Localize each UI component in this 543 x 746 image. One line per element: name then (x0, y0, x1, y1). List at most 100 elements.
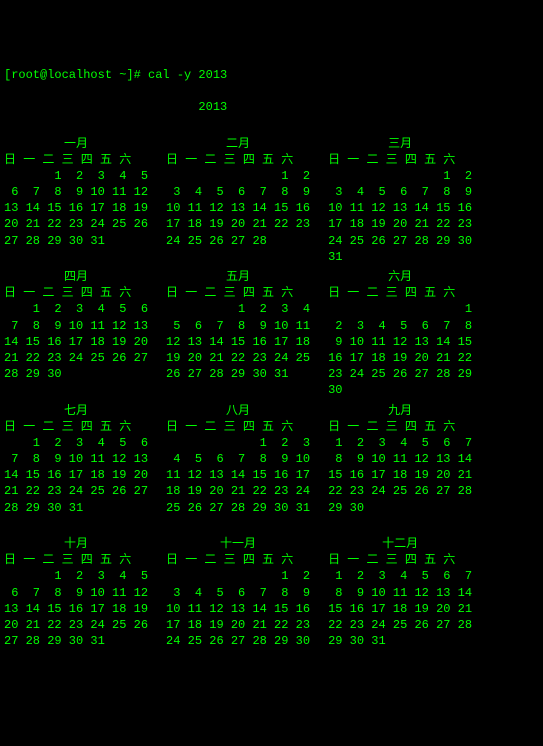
week-row: 24 25 26 27 28 29 30 (328, 233, 472, 249)
week-row: 1 2 3 4 5 (4, 568, 148, 584)
week-row: 22 23 24 25 26 27 28 (328, 617, 472, 633)
week-row: 26 27 28 29 30 31 (166, 366, 310, 382)
week-row: 19 20 21 22 23 24 25 (166, 350, 310, 366)
week-row: 1 2 3 4 5 6 7 (328, 568, 472, 584)
week-row: 11 12 13 14 15 16 17 (166, 467, 310, 483)
week-row: 6 7 8 9 10 11 12 (4, 585, 148, 601)
week-row: 2 3 4 5 6 7 8 (328, 318, 472, 334)
weekday-header: 日 一 二 三 四 五 六 (166, 152, 310, 168)
week-row (4, 649, 148, 665)
week-row: 16 17 18 19 20 21 22 (328, 350, 472, 366)
month-title: 二月 (166, 136, 310, 152)
week-row: 15 16 17 18 19 20 21 (328, 467, 472, 483)
month-block: 十二月日 一 二 三 四 五 六 1 2 3 4 5 6 7 8 9 10 11… (328, 536, 472, 666)
month-block: 二月日 一 二 三 四 五 六 1 2 3 4 5 6 7 8 910 11 1… (166, 136, 310, 266)
week-row: 9 10 11 12 13 14 15 (328, 334, 472, 350)
weekday-header: 日 一 二 三 四 五 六 (4, 285, 148, 301)
month-block: 十一月日 一 二 三 四 五 六 1 2 3 4 5 6 7 8 910 11 … (166, 536, 310, 666)
month-block: 五月日 一 二 三 四 五 六 1 2 3 4 5 6 7 8 9 10 111… (166, 269, 310, 399)
calendar-grid: 一月日 一 二 三 四 五 六 1 2 3 4 5 6 7 8 9 10 11 … (4, 136, 539, 666)
week-row: 27 28 29 30 31 (4, 633, 148, 649)
week-row: 8 9 10 11 12 13 14 (328, 451, 472, 467)
week-row: 3 4 5 6 7 8 9 (328, 184, 472, 200)
week-row: 20 21 22 23 24 25 26 (4, 216, 148, 232)
week-row: 18 19 20 21 22 23 24 (166, 483, 310, 499)
week-row: 28 29 30 (4, 366, 148, 382)
week-row: 24 25 26 27 28 (166, 233, 310, 249)
week-row: 1 (328, 301, 472, 317)
month-title: 十一月 (166, 536, 310, 552)
week-row: 27 28 29 30 31 (4, 233, 148, 249)
month-title: 四月 (4, 269, 148, 285)
week-row: 22 23 24 25 26 27 28 (328, 483, 472, 499)
month-title: 一月 (4, 136, 148, 152)
week-row: 23 24 25 26 27 28 29 (328, 366, 472, 382)
week-row: 5 6 7 8 9 10 11 (166, 318, 310, 334)
week-row: 1 2 3 4 5 6 7 (328, 435, 472, 451)
week-row: 24 25 26 27 28 29 30 (166, 633, 310, 649)
week-row: 28 29 30 31 (4, 500, 148, 516)
weekday-header: 日 一 二 三 四 五 六 (328, 552, 472, 568)
week-row: 8 9 10 11 12 13 14 (328, 585, 472, 601)
weekday-header: 日 一 二 三 四 五 六 (166, 419, 310, 435)
week-row: 29 30 (328, 500, 472, 516)
week-row (166, 249, 310, 265)
week-row: 1 2 3 (166, 435, 310, 451)
month-title: 三月 (328, 136, 472, 152)
week-row: 15 16 17 18 19 20 21 (328, 601, 472, 617)
week-row: 1 2 3 4 5 6 (4, 301, 148, 317)
week-row: 7 8 9 10 11 12 13 (4, 318, 148, 334)
week-row: 3 4 5 6 7 8 9 (166, 585, 310, 601)
weekday-header: 日 一 二 三 四 五 六 (166, 552, 310, 568)
year-title: 2013 (4, 99, 539, 115)
week-row (4, 382, 148, 398)
month-block: 一月日 一 二 三 四 五 六 1 2 3 4 5 6 7 8 9 10 11 … (4, 136, 148, 266)
week-row: 21 22 23 24 25 26 27 (4, 350, 148, 366)
month-row: 十月日 一 二 三 四 五 六 1 2 3 4 5 6 7 8 9 10 11 … (4, 536, 539, 666)
week-row (328, 649, 472, 665)
week-row: 1 2 (166, 568, 310, 584)
week-row: 3 4 5 6 7 8 9 (166, 184, 310, 200)
week-row (166, 382, 310, 398)
month-block: 四月日 一 二 三 四 五 六 1 2 3 4 5 6 7 8 9 10 11 … (4, 269, 148, 399)
week-row (328, 516, 472, 532)
week-row: 25 26 27 28 29 30 31 (166, 500, 310, 516)
week-row (166, 649, 310, 665)
week-row (166, 516, 310, 532)
month-block: 三月日 一 二 三 四 五 六 1 2 3 4 5 6 7 8 910 11 1… (328, 136, 472, 266)
month-row: 一月日 一 二 三 四 五 六 1 2 3 4 5 6 7 8 9 10 11 … (4, 136, 539, 266)
week-row: 20 21 22 23 24 25 26 (4, 617, 148, 633)
week-row: 14 15 16 17 18 19 20 (4, 334, 148, 350)
week-row: 14 15 16 17 18 19 20 (4, 467, 148, 483)
month-title: 九月 (328, 403, 472, 419)
week-row: 13 14 15 16 17 18 19 (4, 601, 148, 617)
month-title: 八月 (166, 403, 310, 419)
month-block: 八月日 一 二 三 四 五 六 1 2 3 4 5 6 7 8 9 1011 1… (166, 403, 310, 533)
week-row: 1 2 3 4 5 6 (4, 435, 148, 451)
week-row: 7 8 9 10 11 12 13 (4, 451, 148, 467)
week-row: 30 (328, 382, 472, 398)
month-block: 九月日 一 二 三 四 五 六 1 2 3 4 5 6 7 8 9 10 11 … (328, 403, 472, 533)
month-row: 七月日 一 二 三 四 五 六 1 2 3 4 5 6 7 8 9 10 11 … (4, 403, 539, 533)
month-row: 四月日 一 二 三 四 五 六 1 2 3 4 5 6 7 8 9 10 11 … (4, 269, 539, 399)
weekday-header: 日 一 二 三 四 五 六 (4, 552, 148, 568)
week-row: 1 2 (328, 168, 472, 184)
shell-prompt[interactable]: [root@localhost ~]# cal -y 2013 (4, 67, 539, 83)
month-title: 十月 (4, 536, 148, 552)
week-row: 6 7 8 9 10 11 12 (4, 184, 148, 200)
week-row: 13 14 15 16 17 18 19 (4, 200, 148, 216)
week-row (4, 516, 148, 532)
weekday-header: 日 一 二 三 四 五 六 (166, 285, 310, 301)
week-row: 1 2 3 4 (166, 301, 310, 317)
month-block: 六月日 一 二 三 四 五 六 1 2 3 4 5 6 7 8 9 10 11 … (328, 269, 472, 399)
month-title: 六月 (328, 269, 472, 285)
week-row: 1 2 3 4 5 (4, 168, 148, 184)
week-row: 10 11 12 13 14 15 16 (328, 200, 472, 216)
week-row: 1 2 (166, 168, 310, 184)
weekday-header: 日 一 二 三 四 五 六 (4, 419, 148, 435)
week-row: 21 22 23 24 25 26 27 (4, 483, 148, 499)
weekday-header: 日 一 二 三 四 五 六 (328, 152, 472, 168)
month-block: 十月日 一 二 三 四 五 六 1 2 3 4 5 6 7 8 9 10 11 … (4, 536, 148, 666)
weekday-header: 日 一 二 三 四 五 六 (328, 419, 472, 435)
week-row: 31 (328, 249, 472, 265)
